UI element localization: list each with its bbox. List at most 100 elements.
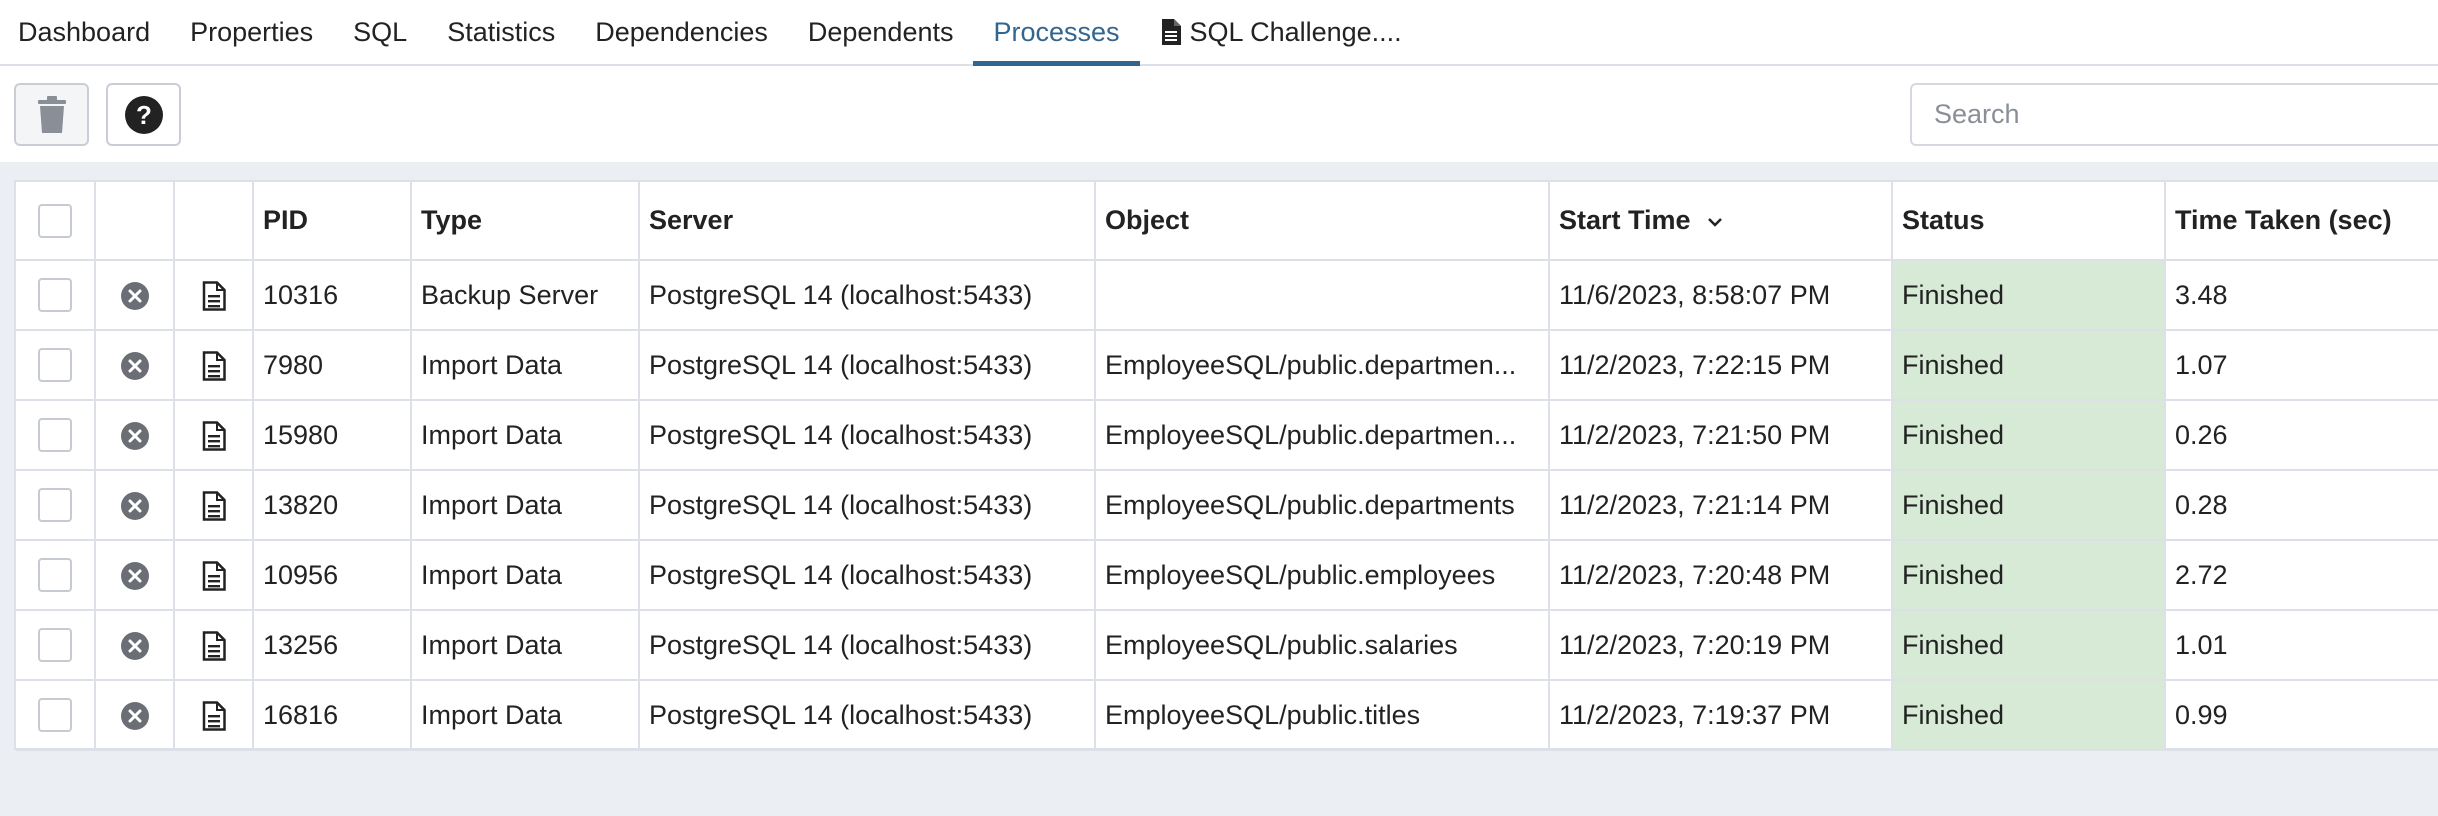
tab-sql[interactable]: SQL [333, 0, 427, 64]
document-icon[interactable] [202, 631, 226, 661]
stop-circle-icon[interactable] [120, 351, 150, 381]
logs-cell [174, 680, 254, 751]
row-checkbox[interactable] [38, 348, 72, 382]
select-cell [16, 330, 96, 401]
tab-statistics[interactable]: Statistics [427, 0, 575, 64]
stop-circle-icon[interactable] [120, 631, 150, 661]
trash-icon [37, 95, 66, 133]
row-checkbox[interactable] [38, 558, 72, 592]
status-badge: Finished [1892, 330, 2166, 401]
tab-bar: Dashboard Properties SQL Statistics Depe… [0, 0, 2438, 66]
logs-cell [174, 540, 254, 611]
table-row[interactable]: 13256 Import Data PostgreSQL 14 (localho… [16, 610, 2438, 681]
header-object[interactable]: Object [1095, 182, 1550, 261]
help-circle-icon: ? [124, 95, 163, 134]
select-cell [16, 400, 96, 471]
header-start-time[interactable]: Start Time [1549, 182, 1893, 261]
logs-cell [174, 260, 254, 331]
stop-cell [95, 400, 175, 471]
table-row[interactable]: 13820 Import Data PostgreSQL 14 (localho… [16, 470, 2438, 541]
pid-cell: 10956 [253, 540, 412, 611]
server-cell: PostgreSQL 14 (localhost:5433) [639, 680, 1096, 751]
header-time-taken[interactable]: Time Taken (sec) [2165, 182, 2438, 261]
start-time-cell: 11/2/2023, 7:20:19 PM [1549, 610, 1893, 681]
header-pid[interactable]: PID [253, 182, 412, 261]
table-row[interactable]: 16816 Import Data PostgreSQL 14 (localho… [16, 680, 2438, 751]
stop-circle-icon[interactable] [120, 421, 150, 451]
stop-circle-icon[interactable] [120, 701, 150, 731]
svg-text:?: ? [136, 100, 152, 130]
file-icon [1161, 19, 1181, 45]
stop-cell [95, 680, 175, 751]
grid-body: 10316 Backup Server PostgreSQL 14 (local… [16, 260, 2438, 751]
status-badge: Finished [1892, 260, 2166, 331]
start-time-cell: 11/2/2023, 7:21:50 PM [1549, 400, 1893, 471]
select-cell [16, 260, 96, 331]
status-badge: Finished [1892, 610, 2166, 681]
tab-dependencies[interactable]: Dependencies [575, 0, 788, 64]
processes-grid: PID Type Server Object Start Time Status… [14, 180, 2438, 751]
status-badge: Finished [1892, 680, 2166, 751]
select-all-cell [16, 182, 96, 261]
row-checkbox[interactable] [38, 698, 72, 732]
stop-cell [95, 470, 175, 541]
time-taken-cell: 1.01 [2165, 610, 2438, 681]
type-cell: Import Data [411, 470, 640, 541]
time-taken-cell: 1.07 [2165, 330, 2438, 401]
document-icon[interactable] [202, 351, 226, 381]
start-time-cell: 11/2/2023, 7:22:15 PM [1549, 330, 1893, 401]
start-time-cell: 11/2/2023, 7:20:48 PM [1549, 540, 1893, 611]
document-icon[interactable] [202, 701, 226, 731]
tab-dependents[interactable]: Dependents [788, 0, 974, 64]
type-cell: Import Data [411, 540, 640, 611]
pid-cell: 7980 [253, 330, 412, 401]
header-type[interactable]: Type [411, 182, 640, 261]
table-row[interactable]: 10316 Backup Server PostgreSQL 14 (local… [16, 260, 2438, 331]
tab-dashboard[interactable]: Dashboard [0, 0, 170, 64]
start-time-cell: 11/2/2023, 7:19:37 PM [1549, 680, 1893, 751]
time-taken-cell: 0.28 [2165, 470, 2438, 541]
stop-circle-icon[interactable] [120, 281, 150, 311]
pid-cell: 16816 [253, 680, 412, 751]
header-server[interactable]: Server [639, 182, 1096, 261]
select-all-checkbox[interactable] [38, 203, 72, 238]
row-checkbox[interactable] [38, 488, 72, 522]
status-badge: Finished [1892, 400, 2166, 471]
document-icon[interactable] [202, 491, 226, 521]
object-cell: EmployeeSQL/public.departmen... [1095, 400, 1550, 471]
table-row[interactable]: 15980 Import Data PostgreSQL 14 (localho… [16, 400, 2438, 471]
header-stop [95, 182, 175, 261]
logs-cell [174, 470, 254, 541]
status-badge: Finished [1892, 470, 2166, 541]
chevron-down-icon [1708, 217, 1722, 227]
table-row[interactable]: 7980 Import Data PostgreSQL 14 (localhos… [16, 330, 2438, 401]
tab-sql-challenge[interactable]: SQL Challenge.... [1140, 0, 1422, 64]
select-cell [16, 680, 96, 751]
row-checkbox[interactable] [38, 628, 72, 662]
stop-cell [95, 540, 175, 611]
document-icon[interactable] [202, 421, 226, 451]
header-status[interactable]: Status [1892, 182, 2166, 261]
delete-button[interactable] [14, 83, 89, 146]
document-icon[interactable] [202, 281, 226, 311]
header-row: PID Type Server Object Start Time Status… [16, 182, 2438, 261]
pid-cell: 15980 [253, 400, 412, 471]
table-row[interactable]: 10956 Import Data PostgreSQL 14 (localho… [16, 540, 2438, 611]
server-cell: PostgreSQL 14 (localhost:5433) [639, 470, 1096, 541]
search-input[interactable] [1910, 83, 2438, 146]
stop-circle-icon[interactable] [120, 561, 150, 591]
help-button[interactable]: ? [106, 83, 181, 146]
stop-cell [95, 260, 175, 331]
server-cell: PostgreSQL 14 (localhost:5433) [639, 610, 1096, 681]
row-checkbox[interactable] [38, 418, 72, 452]
tab-sql-challenge-label: SQL Challenge.... [1189, 16, 1402, 47]
stop-cell [95, 610, 175, 681]
row-checkbox[interactable] [38, 278, 72, 312]
start-time-cell: 11/2/2023, 7:21:14 PM [1549, 470, 1893, 541]
tab-processes[interactable]: Processes [973, 0, 1140, 66]
document-icon[interactable] [202, 561, 226, 591]
logs-cell [174, 330, 254, 401]
tab-properties[interactable]: Properties [170, 0, 333, 64]
stop-circle-icon[interactable] [120, 491, 150, 521]
pid-cell: 10316 [253, 260, 412, 331]
